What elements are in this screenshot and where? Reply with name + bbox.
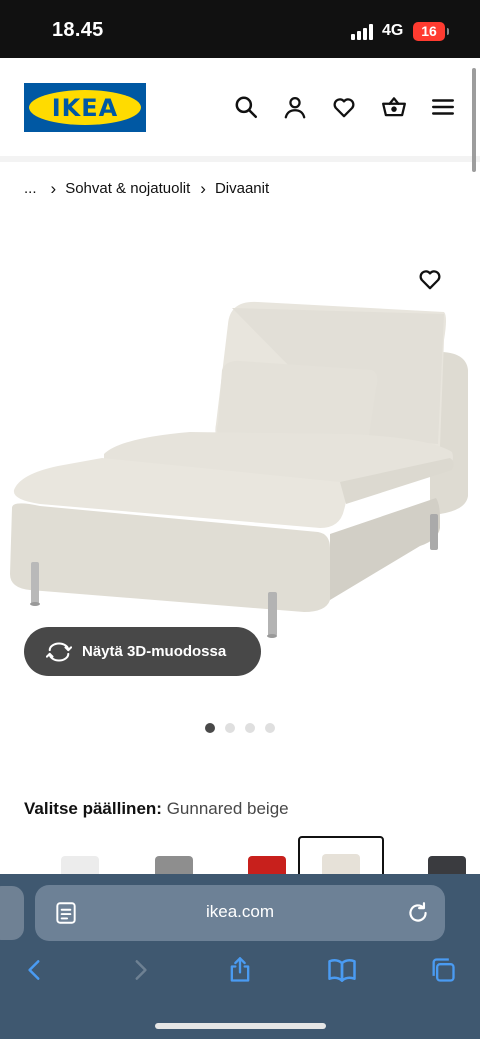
share-button[interactable] <box>224 954 256 986</box>
address-bar[interactable]: ikea.com <box>35 885 445 941</box>
chevron-right-icon: › <box>50 178 57 198</box>
carousel-dot[interactable] <box>245 723 255 733</box>
user-icon[interactable] <box>281 93 309 121</box>
breadcrumb-ellipsis[interactable]: ... <box>24 180 37 197</box>
breadcrumb-item-chaise[interactable]: Divaanit <box>215 180 269 197</box>
add-to-wishlist-button[interactable] <box>414 264 446 294</box>
menu-icon[interactable] <box>429 93 457 121</box>
network-type: 4G <box>382 22 404 39</box>
carousel-dot[interactable] <box>205 723 215 733</box>
tabs-button[interactable] <box>427 954 459 986</box>
site-header: IKEA <box>0 58 480 158</box>
url-text: ikea.com <box>205 902 275 921</box>
view-3d-label: Näytä 3D-muodossa <box>82 643 227 660</box>
status-bar: 18.45 4G 16 <box>0 0 480 58</box>
basket-icon[interactable] <box>380 93 408 121</box>
browser-toolbar: ikea.com <box>0 874 480 1039</box>
signal-icon <box>351 24 375 40</box>
home-indicator <box>155 1023 326 1029</box>
bookmarks-icon <box>328 958 356 982</box>
cover-label-prefix: Valitse päällinen: <box>24 799 162 818</box>
status-time: 18.45 <box>52 19 104 41</box>
scrollbar[interactable] <box>472 68 476 172</box>
back-button[interactable] <box>19 954 51 986</box>
forward-icon <box>135 960 147 980</box>
cover-selector-label: Valitse päällinen: Gunnared beige <box>24 799 289 819</box>
carousel-dot[interactable] <box>225 723 235 733</box>
view-3d-button[interactable]: Näytä 3D-muodossa <box>24 627 261 676</box>
heart-icon <box>419 270 441 290</box>
battery-icon: 16 <box>413 22 449 41</box>
cover-value: Gunnared beige <box>166 799 289 818</box>
screen: 18.45 4G 16 IKEA ... › Sohvat & nojatuol… <box>0 0 480 1039</box>
header-divider <box>0 156 480 162</box>
search-icon[interactable] <box>232 93 260 121</box>
cover-swatches <box>0 836 480 882</box>
carousel-dots <box>205 723 275 733</box>
tabs-icon <box>432 958 455 982</box>
heart-icon[interactable] <box>330 93 358 121</box>
reload-icon[interactable] <box>405 900 431 926</box>
bookmarks-button[interactable] <box>326 954 358 986</box>
forward-button[interactable] <box>124 954 156 986</box>
share-icon <box>230 957 250 982</box>
product-image[interactable] <box>0 228 480 668</box>
breadcrumb-item-sofas[interactable]: Sohvat & nojatuolit <box>65 180 190 197</box>
previous-tab-preview[interactable] <box>0 886 24 940</box>
ikea-logo[interactable]: IKEA <box>24 83 146 132</box>
rotate-3d-icon <box>46 641 72 662</box>
back-icon <box>28 960 40 980</box>
breadcrumb: ... › Sohvat & nojatuolit › Divaanit <box>24 177 269 199</box>
logo-text: IKEA <box>51 93 119 122</box>
chevron-right-icon: › <box>200 178 206 198</box>
carousel-dot[interactable] <box>265 723 275 733</box>
